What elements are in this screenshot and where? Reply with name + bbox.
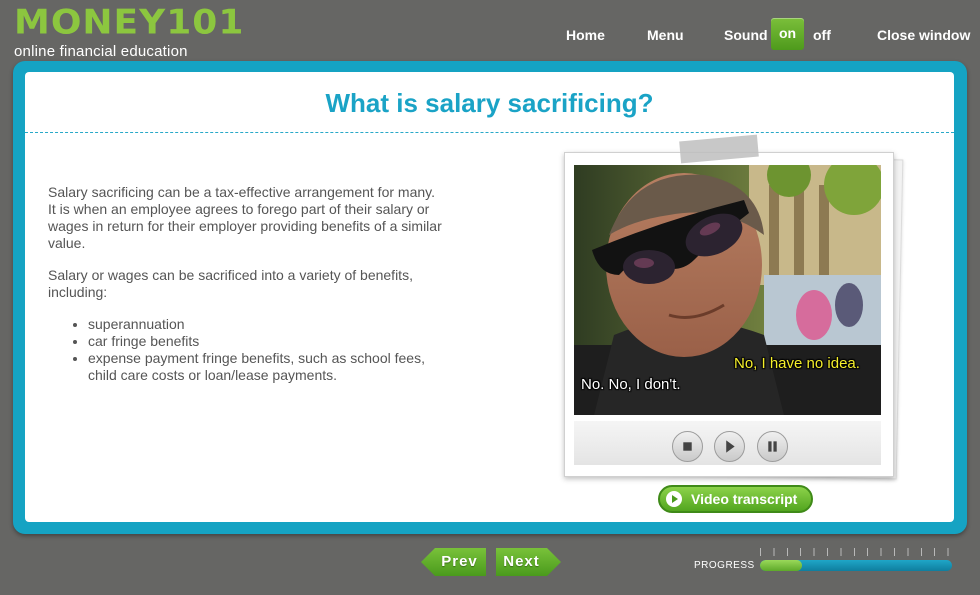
list-item: superannuation bbox=[88, 316, 443, 333]
content-frame: What is salary sacrificing? Salary sacri… bbox=[13, 61, 967, 534]
stop-button[interactable] bbox=[672, 431, 703, 462]
progress-label: PROGRESS bbox=[694, 560, 755, 571]
benefits-list: superannuation car fringe benefits expen… bbox=[88, 316, 443, 384]
pause-button[interactable] bbox=[757, 431, 788, 462]
title-divider bbox=[25, 132, 954, 133]
next-button[interactable]: Next bbox=[496, 548, 561, 576]
play-icon bbox=[726, 440, 735, 453]
prev-button[interactable]: Prev bbox=[421, 548, 486, 576]
play-circle-icon bbox=[666, 491, 682, 507]
subtitle-white: No. No, I don't. bbox=[581, 376, 681, 393]
lesson-text: Salary sacrificing can be a tax-effectiv… bbox=[48, 184, 443, 384]
sound-off-button[interactable]: off bbox=[813, 27, 831, 43]
stop-icon bbox=[683, 442, 692, 451]
video-transcript-label: Video transcript bbox=[691, 491, 798, 507]
progress-ticks bbox=[760, 548, 952, 556]
subtitle-yellow: No, I have no idea. bbox=[734, 355, 860, 372]
menu-link[interactable]: Menu bbox=[647, 27, 684, 43]
sound-label: Sound bbox=[724, 27, 768, 43]
lesson-paragraph-1: Salary sacrificing can be a tax-effectiv… bbox=[48, 184, 442, 251]
video-transcript-button[interactable]: Video transcript bbox=[658, 485, 813, 513]
home-link[interactable]: Home bbox=[566, 27, 605, 43]
list-item: expense payment fringe benefits, such as… bbox=[88, 350, 443, 384]
lesson-paragraph-2: Salary or wages can be sacrificed into a… bbox=[48, 267, 413, 300]
play-button[interactable] bbox=[714, 431, 745, 462]
content-panel: What is salary sacrificing? Salary sacri… bbox=[25, 72, 954, 522]
sound-on-button[interactable]: on bbox=[771, 18, 804, 50]
progress-bar bbox=[760, 560, 952, 571]
page-title: What is salary sacrificing? bbox=[325, 88, 654, 118]
list-item: car fringe benefits bbox=[88, 333, 443, 350]
video-controls bbox=[574, 421, 881, 465]
pause-icon bbox=[768, 441, 777, 452]
progress-fill bbox=[760, 560, 803, 571]
close-window-link[interactable]: Close window bbox=[877, 27, 970, 43]
video-player[interactable]: No, I have no idea. No. No, I don't. bbox=[574, 165, 881, 415]
top-navigation: Home Menu Sound on off Close window bbox=[0, 18, 980, 50]
